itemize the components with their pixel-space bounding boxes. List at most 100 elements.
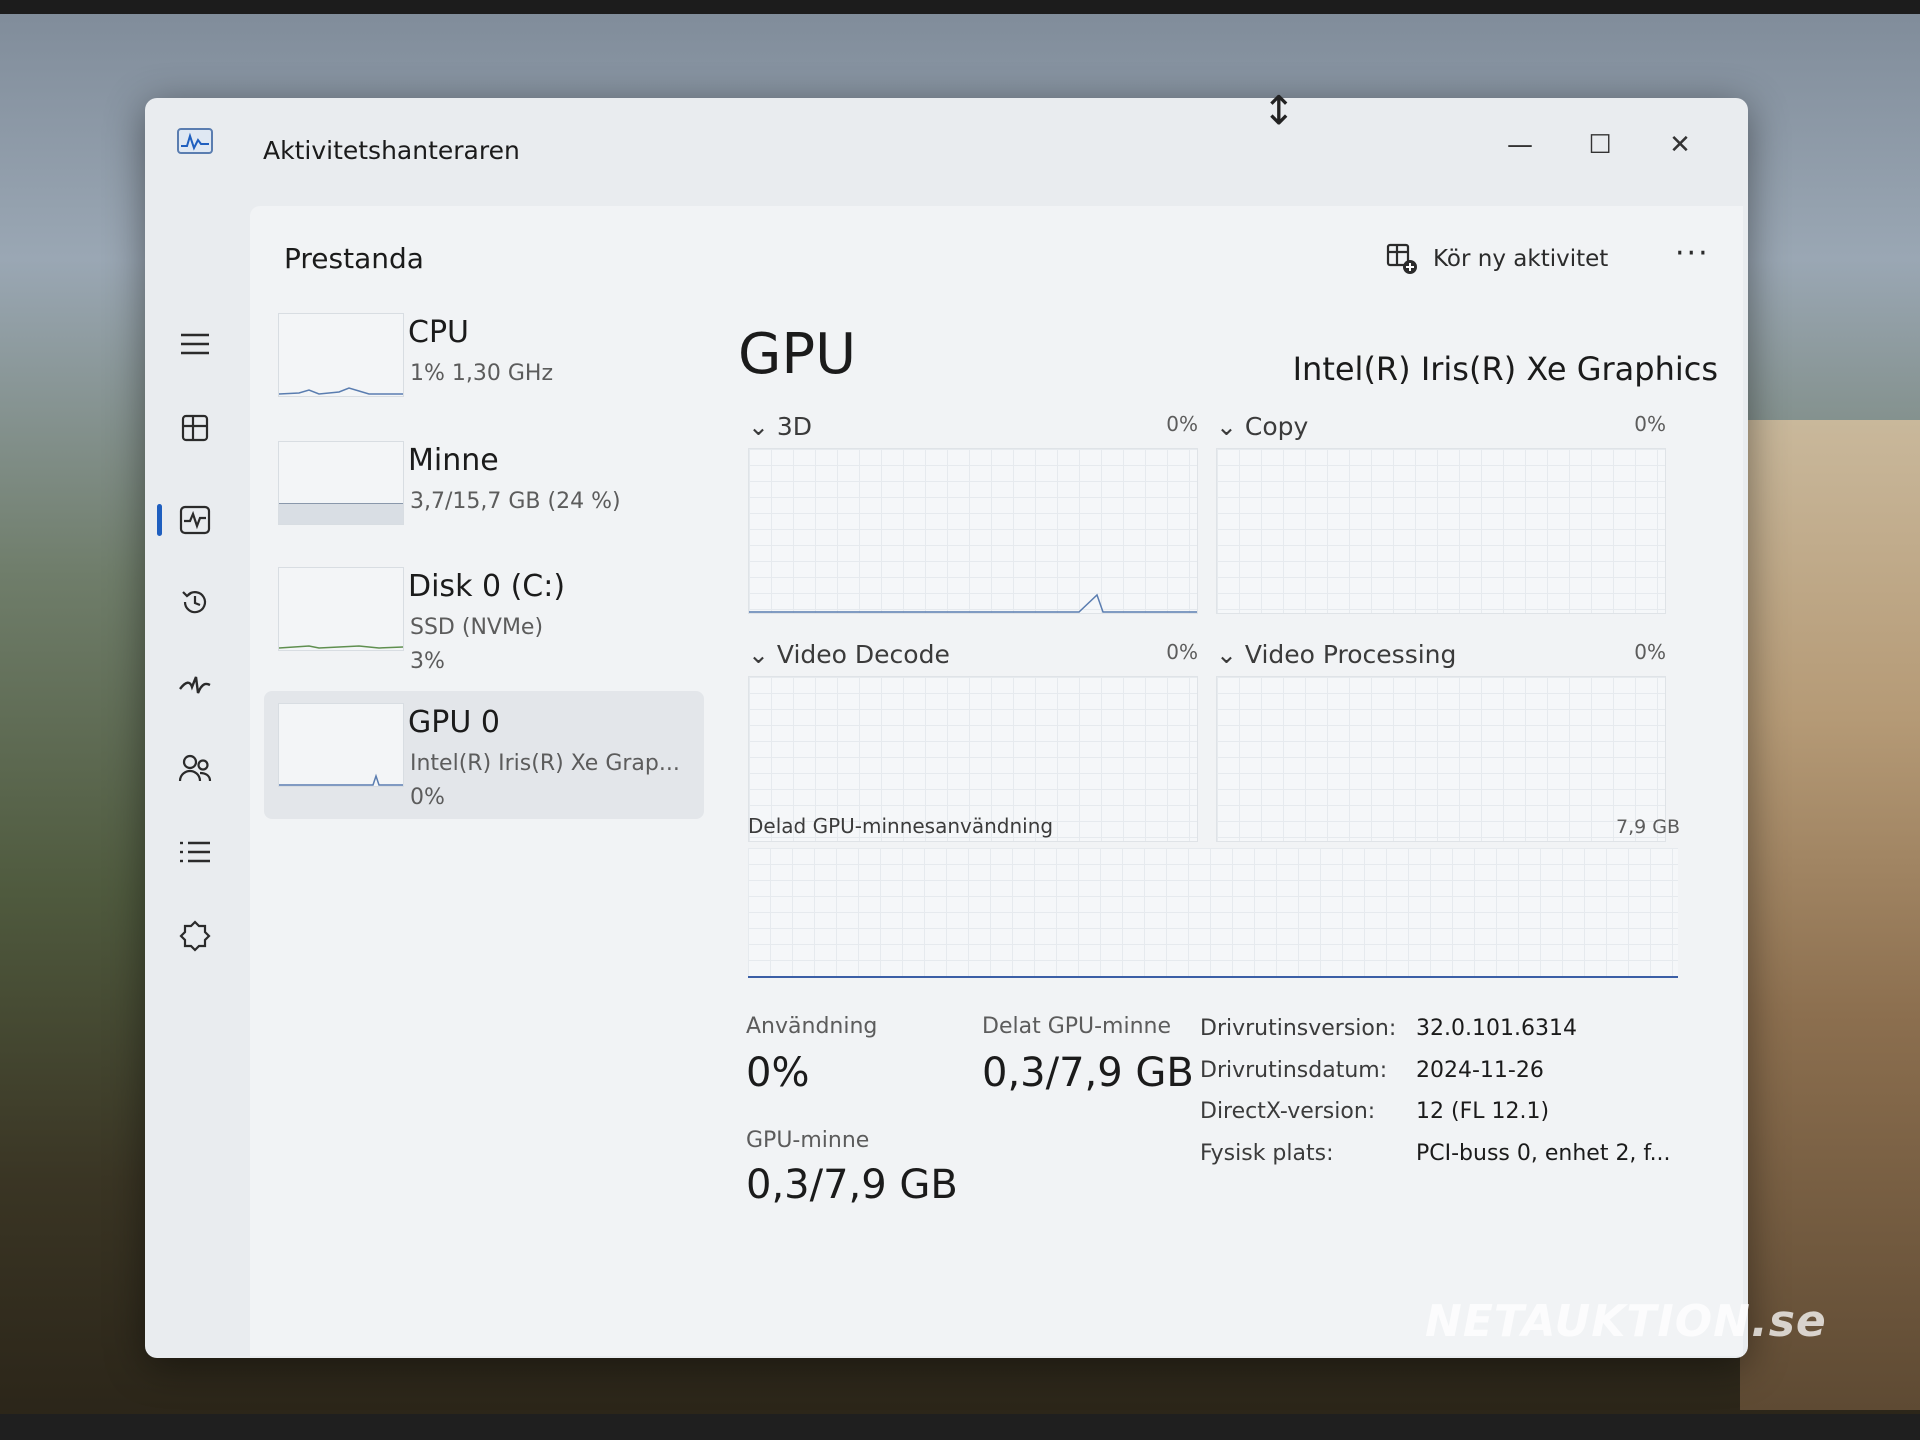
engine-label: Video Processing <box>1244 640 1457 669</box>
directx-version-label: DirectX-version: <box>1200 1099 1376 1124</box>
physical-location-value: PCI-buss 0, enhet 2, f... <box>1416 1141 1671 1166</box>
maximize-button[interactable]: ☐ <box>1570 122 1630 168</box>
task-manager-app-icon <box>177 128 213 154</box>
shared-gpu-memory-label: Delat GPU-minne <box>982 1014 1172 1039</box>
perf-item-disk[interactable]: Disk 0 (C:) SSD (NVMe) 3% <box>264 555 704 683</box>
engine-selector[interactable]: ⌄ Video Processing <box>1216 640 1456 669</box>
perf-item-value: 3% <box>410 649 445 674</box>
engine-label: Video Decode <box>776 640 950 669</box>
shared-memory-graph <box>748 848 1678 978</box>
menu-button[interactable] <box>167 316 223 372</box>
engine-percent: 0% <box>1634 640 1666 664</box>
nav-services[interactable] <box>167 908 223 964</box>
gpu-memory-label: GPU-minne <box>746 1128 870 1153</box>
app-history-icon <box>182 591 207 614</box>
engine-graph <box>1216 676 1666 842</box>
engine-graph <box>1216 448 1666 614</box>
users-icon <box>178 754 212 782</box>
chevron-down-icon: ⌄ <box>748 412 777 441</box>
perf-item-name: GPU 0 <box>408 705 500 740</box>
driver-date-value: 2024-11-26 <box>1416 1058 1544 1083</box>
perf-item-name: Disk 0 (C:) <box>408 569 566 604</box>
directx-version-value: 12 (FL 12.1) <box>1416 1099 1550 1124</box>
driver-version-label: Drivrutinsversion: <box>1200 1016 1397 1041</box>
gpu-detail-panel: GPU Intel(R) Iris(R) Xe Graphics ⌄ 3D 0%… <box>738 302 1718 1342</box>
maximize-icon: ☐ <box>1588 130 1612 160</box>
engine-label: 3D <box>776 412 813 441</box>
engine-label: Copy <box>1244 412 1309 441</box>
engine-3d: ⌄ 3D 0% <box>748 412 1198 622</box>
wallpaper-town <box>1740 420 1920 1410</box>
perf-item-value: 0% <box>410 785 445 810</box>
processes-icon <box>181 414 209 442</box>
disk-sparkline <box>278 567 404 651</box>
performance-icon <box>179 505 211 535</box>
nav-startup-apps[interactable] <box>167 658 223 714</box>
chevron-down-icon: ⌄ <box>1216 412 1245 441</box>
more-options-icon: ··· <box>1675 236 1710 271</box>
engine-percent: 0% <box>1166 412 1198 436</box>
driver-version-value: 32.0.101.6314 <box>1416 1016 1577 1041</box>
nav-users[interactable] <box>167 741 223 797</box>
startup-apps-icon <box>179 676 211 694</box>
monitor-bezel <box>0 0 1920 14</box>
perf-item-name: CPU <box>408 315 469 350</box>
more-options-button[interactable]: ··· <box>1675 236 1710 271</box>
usage-label: Användning <box>746 1014 878 1039</box>
engine-selector[interactable]: ⌄ Copy <box>1216 412 1308 441</box>
details-icon <box>180 841 210 863</box>
perf-item-name: Minne <box>408 443 499 478</box>
engine-graph <box>748 448 1198 614</box>
perf-item-detail: 1% 1,30 GHz <box>410 361 554 386</box>
engine-selector[interactable]: ⌄ Video Decode <box>748 640 950 669</box>
minimize-icon: — <box>1507 130 1533 160</box>
taskbar-edge <box>0 1414 1920 1440</box>
content-pane: Prestanda Kör ny aktivitet ··· CPU 1% 1,… <box>250 206 1743 1356</box>
menu-icon <box>181 333 209 355</box>
perf-item-memory[interactable]: Minne 3,7/15,7 GB (24 %) <box>264 429 704 557</box>
physical-location-label: Fysisk plats: <box>1200 1141 1334 1166</box>
detail-title: GPU <box>738 322 857 387</box>
close-button[interactable]: ✕ <box>1650 122 1710 168</box>
title-bar[interactable]: Aktivitetshanteraren — ☐ ✕ <box>145 98 1748 196</box>
shared-memory-label: Delad GPU-minnesanvändning <box>748 814 1054 838</box>
resize-cursor-icon: ↕ <box>1262 88 1296 134</box>
cpu-sparkline <box>278 313 404 397</box>
run-new-task-icon <box>1386 243 1417 274</box>
watermark: NETAUKTION.se <box>1425 1296 1827 1347</box>
usage-value: 0% <box>746 1050 810 1096</box>
gpu-model-name: Intel(R) Iris(R) Xe Graphics <box>1292 350 1718 388</box>
run-new-task-button[interactable]: Kör ny aktivitet <box>1385 236 1608 282</box>
chevron-down-icon: ⌄ <box>748 640 777 669</box>
navigation-rail <box>145 196 250 1356</box>
nav-details[interactable] <box>167 824 223 880</box>
chevron-down-icon: ⌄ <box>1216 640 1245 669</box>
memory-sparkline <box>278 441 404 525</box>
nav-performance[interactable] <box>167 492 223 548</box>
perf-item-gpu[interactable]: GPU 0 Intel(R) Iris(R) Xe Grap... 0% <box>264 691 704 819</box>
nav-processes[interactable] <box>167 400 223 456</box>
engine-percent: 0% <box>1166 640 1198 664</box>
perf-item-detail: SSD (NVMe) <box>410 615 544 640</box>
engine-selector[interactable]: ⌄ 3D <box>748 412 812 441</box>
perf-item-detail: 3,7/15,7 GB (24 %) <box>410 489 621 514</box>
close-icon: ✕ <box>1669 130 1691 160</box>
perf-item-detail: Intel(R) Iris(R) Xe Grap... <box>410 751 680 776</box>
minimize-button[interactable]: — <box>1490 122 1550 168</box>
engine-video-processing: ⌄ Video Processing 0% <box>1216 640 1666 850</box>
shared-memory-max: 7,9 GB <box>1615 816 1680 838</box>
page-title: Prestanda <box>284 242 424 275</box>
perf-item-cpu[interactable]: CPU 1% 1,30 GHz <box>264 301 704 429</box>
nav-active-indicator <box>157 504 162 536</box>
window-title: Aktivitetshanteraren <box>263 136 520 165</box>
engine-percent: 0% <box>1634 412 1666 436</box>
gpu-sparkline <box>278 703 404 787</box>
engine-copy: ⌄ Copy 0% <box>1216 412 1666 622</box>
task-manager-window: Aktivitetshanteraren — ☐ ✕ Prestanda Kör… <box>145 98 1748 1358</box>
nav-app-history[interactable] <box>167 574 223 630</box>
gpu-memory-value: 0,3/7,9 GB <box>746 1162 958 1208</box>
shared-gpu-memory-value: 0,3/7,9 GB <box>982 1050 1194 1096</box>
services-icon <box>179 920 211 952</box>
driver-date-label: Drivrutinsdatum: <box>1200 1058 1388 1083</box>
run-new-task-label: Kör ny aktivitet <box>1433 246 1609 272</box>
